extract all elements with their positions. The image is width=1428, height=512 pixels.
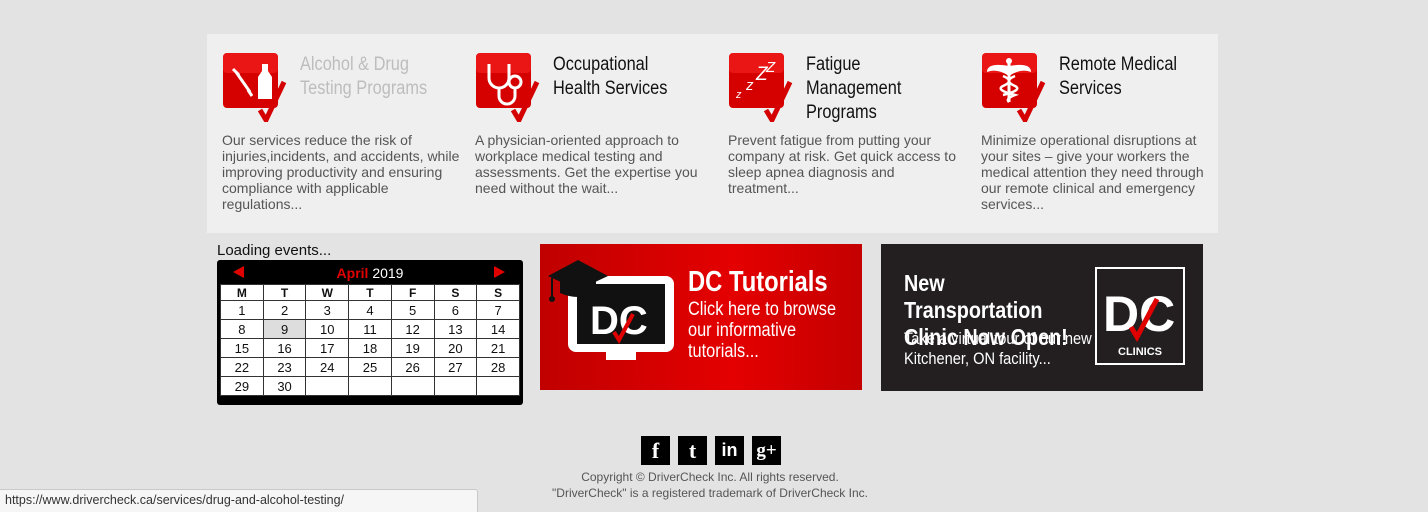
calendar-day[interactable]: 11 bbox=[348, 319, 392, 339]
calendar-day[interactable]: 10 bbox=[305, 319, 350, 339]
calendar-day[interactable]: 23 bbox=[262, 357, 307, 377]
sleep-zzz-icon: z z Z Z bbox=[729, 53, 793, 122]
tutorials-subtitle: Click here to browse our informative tut… bbox=[688, 299, 837, 362]
calendar-week-row: 22 23 24 25 26 27 28 bbox=[220, 357, 520, 377]
google-plus-icon[interactable]: g+ bbox=[752, 436, 781, 465]
calendar-empty-cell bbox=[348, 376, 392, 396]
calendar-weekday: T bbox=[348, 284, 392, 301]
calendar-day[interactable]: 8 bbox=[220, 319, 264, 339]
calendar-month-year: April 2019 bbox=[217, 265, 523, 281]
calendar-weekday: T bbox=[262, 284, 307, 301]
calendar-day[interactable]: 18 bbox=[348, 338, 392, 358]
calendar-day[interactable]: 13 bbox=[433, 319, 478, 339]
twitter-icon[interactable]: t bbox=[678, 436, 707, 465]
calendar-weekday: W bbox=[305, 284, 350, 301]
calendar-day[interactable]: 25 bbox=[348, 357, 392, 377]
linkedin-icon[interactable]: in bbox=[715, 436, 744, 465]
tutorials-banner[interactable]: DC DC Tutorials Click here to browse our… bbox=[540, 244, 862, 390]
service-title[interactable]: Fatigue Management Programs bbox=[806, 53, 944, 125]
facebook-icon[interactable]: f bbox=[641, 436, 670, 465]
calendar-week-row: 29 30 bbox=[220, 376, 520, 396]
calendar-day[interactable]: 3 bbox=[305, 300, 350, 320]
service-title[interactable]: Alcohol & Drug Testing Programs bbox=[300, 53, 438, 101]
calendar-empty-cell bbox=[390, 376, 435, 396]
calendar-day[interactable]: 1 bbox=[220, 300, 264, 320]
calendar-day[interactable]: 24 bbox=[305, 357, 350, 377]
calendar-weekday: S bbox=[476, 284, 520, 301]
calendar-weekday: M bbox=[220, 284, 264, 301]
caduceus-icon bbox=[982, 53, 1046, 122]
service-description: Prevent fatigue from putting your compan… bbox=[728, 132, 956, 196]
footer-copyright: Copyright © DriverCheck Inc. All rights … bbox=[581, 470, 839, 484]
social-links: f t in g+ bbox=[641, 436, 781, 465]
calendar-day[interactable]: 17 bbox=[305, 338, 350, 358]
calendar-header: April 2019 bbox=[217, 260, 523, 284]
svg-text:z: z bbox=[745, 77, 754, 94]
calendar-week-row: 8 9 10 11 12 13 14 bbox=[220, 319, 520, 339]
calendar-weekday: S bbox=[433, 284, 478, 301]
service-description: A physician-oriented approach to workpla… bbox=[475, 132, 698, 196]
footer-trademark: "DriverCheck" is a registered trademark … bbox=[552, 486, 868, 500]
svg-text:z: z bbox=[735, 89, 742, 101]
calendar-day[interactable]: 14 bbox=[476, 319, 520, 339]
status-bar-url: https://www.drivercheck.ca/services/drug… bbox=[0, 489, 478, 512]
events-loading-text: Loading events... bbox=[217, 242, 332, 259]
calendar-day[interactable]: 12 bbox=[390, 319, 435, 339]
calendar-day[interactable]: 27 bbox=[433, 357, 478, 377]
calendar-empty-cell bbox=[305, 376, 350, 396]
service-title[interactable]: Occupational Health Services bbox=[553, 53, 691, 101]
clinic-banner[interactable]: New Transportation Clinic Now Open! Take… bbox=[881, 244, 1203, 391]
monitor-graduation-cap-icon: DC bbox=[548, 260, 674, 360]
calendar-week-row: 1234567 bbox=[220, 300, 520, 320]
dc-clinics-logo: DC CLINICS bbox=[1095, 267, 1185, 365]
calendar-grid: MTWTFSS 1 2 3 4 5 6 7 8 9 10 11 12 13 14 15 16 17 18 19 20 2… bbox=[220, 284, 520, 396]
services-section: Alcohol & Drug Testing Programs Our serv… bbox=[207, 34, 1218, 233]
calendar-day[interactable]: 16 bbox=[262, 338, 307, 358]
calendar-day[interactable]: 5 bbox=[390, 300, 435, 320]
clinic-subtitle: Take a virtual tour of our new Kitchener… bbox=[904, 329, 1092, 368]
calendar-empty-cell bbox=[476, 376, 520, 396]
calendar-day[interactable]: 2 bbox=[262, 300, 307, 320]
stethoscope-icon bbox=[476, 53, 540, 122]
events-calendar: April 2019 MTWTFSS 1 2 3 4 5 6 7 8 9 10 11 12 13 14 15… bbox=[217, 260, 523, 405]
calendar-day[interactable]: 15 bbox=[220, 338, 264, 358]
calendar-day[interactable]: 7 bbox=[476, 300, 520, 320]
calendar-day[interactable]: 29 bbox=[220, 376, 264, 396]
calendar-month: April bbox=[336, 265, 369, 281]
svg-text:Z: Z bbox=[765, 59, 776, 76]
calendar-day[interactable]: 9 bbox=[262, 319, 307, 339]
calendar-week-row: 15 16 17 18 19 20 21 bbox=[220, 338, 520, 358]
next-month-arrow-icon[interactable] bbox=[494, 266, 505, 278]
bottle-syringe-icon bbox=[223, 53, 287, 122]
service-title[interactable]: Remote Medical Services bbox=[1059, 53, 1197, 101]
calendar-day[interactable]: 6 bbox=[433, 300, 478, 320]
calendar-day[interactable]: 30 bbox=[262, 376, 307, 396]
service-description: Our services reduce the risk of injuries… bbox=[222, 132, 460, 212]
calendar-weekday-row: MTWTFSS bbox=[220, 284, 520, 301]
calendar-day[interactable]: 22 bbox=[220, 357, 264, 377]
calendar-day[interactable]: 26 bbox=[390, 357, 435, 377]
calendar-day[interactable]: 4 bbox=[348, 300, 392, 320]
calendar-day[interactable]: 28 bbox=[476, 357, 520, 377]
clinic-logo-caption: CLINICS bbox=[1118, 346, 1162, 358]
calendar-empty-cell bbox=[433, 376, 478, 396]
calendar-year: 2019 bbox=[372, 265, 404, 281]
service-description: Minimize operational disruptions at your… bbox=[981, 132, 1204, 212]
tutorials-title: DC Tutorials bbox=[688, 266, 828, 298]
calendar-day[interactable]: 21 bbox=[476, 338, 520, 358]
calendar-day[interactable]: 19 bbox=[390, 338, 435, 358]
calendar-weekday: F bbox=[390, 284, 435, 301]
calendar-day[interactable]: 20 bbox=[433, 338, 478, 358]
